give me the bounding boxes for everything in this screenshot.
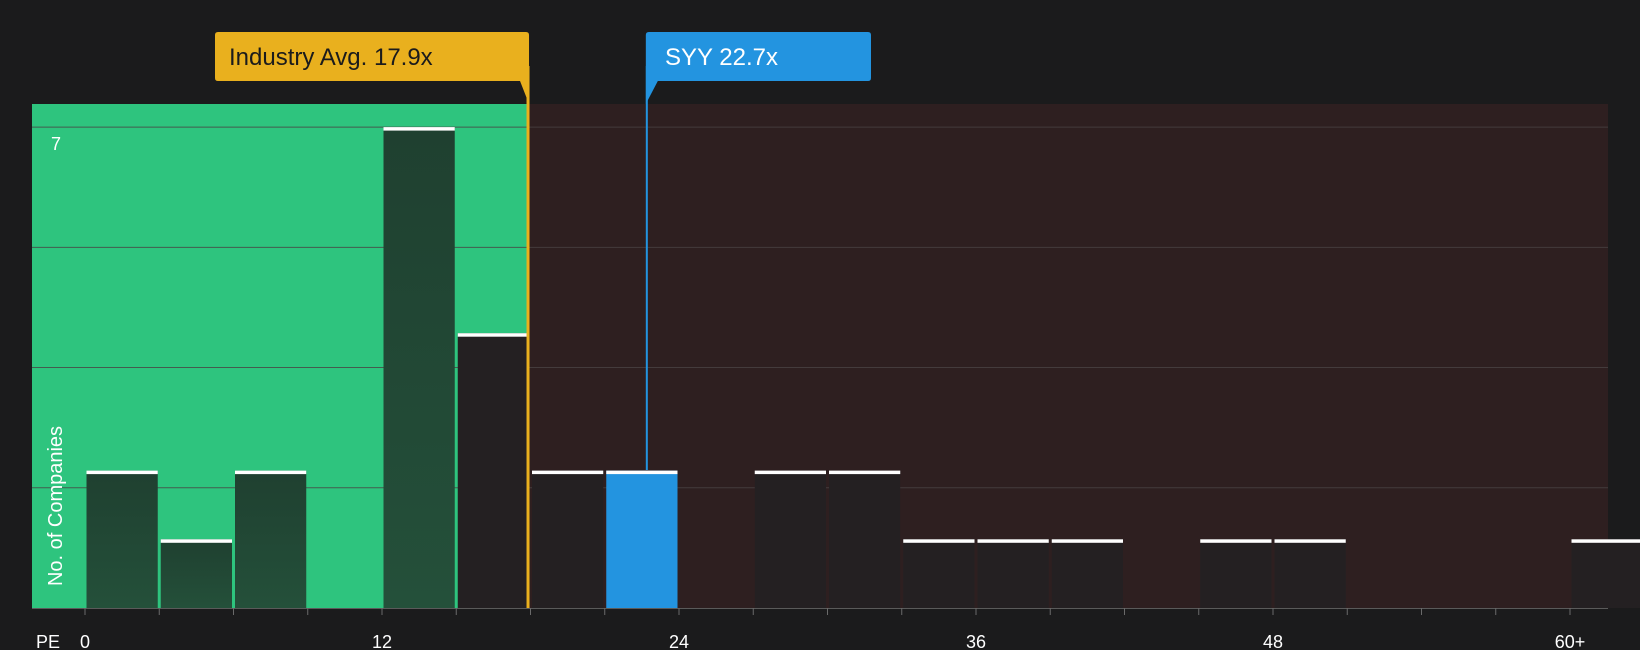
- x-tick-label: 24: [669, 632, 689, 650]
- histogram-bar-top: [1051, 539, 1123, 543]
- histogram-bar: [457, 333, 529, 608]
- y-tick-label: 7: [51, 134, 61, 154]
- histogram-bar: [1571, 539, 1640, 608]
- company-label: SYY 22.7x: [665, 44, 778, 71]
- x-tick-label: 36: [966, 632, 986, 650]
- histogram-bar-top: [606, 470, 678, 475]
- histogram-bar-top: [1200, 539, 1272, 543]
- histogram-bar: [1200, 539, 1272, 608]
- industry-avg-callout: Industry Avg. 17.9x: [215, 32, 530, 104]
- histogram-bar: [829, 470, 901, 608]
- histogram-bar: [86, 470, 158, 608]
- histogram-bar-top: [977, 539, 1049, 543]
- histogram-bar-top: [532, 470, 604, 475]
- histogram-bar-top: [383, 127, 455, 131]
- histogram-bar: [160, 539, 232, 608]
- histogram-bar: [1274, 539, 1346, 608]
- histogram-bar: [1051, 539, 1123, 608]
- histogram-bar-top: [754, 470, 826, 475]
- pe-histogram-chart: 0 12 24 36 48 60+ 7 PE No. of Companies Indust…: [32, 32, 1640, 650]
- histogram-bar: [606, 470, 678, 608]
- histogram-bar: [532, 470, 604, 608]
- y-axis-label: No. of Companies: [45, 426, 67, 586]
- x-tick-label: 0: [80, 632, 90, 650]
- histogram-bar: [903, 539, 975, 608]
- company-callout: SYY 22.7x: [645, 32, 871, 104]
- x-tick-label: 12: [372, 632, 392, 650]
- histogram-bar-top: [1274, 539, 1346, 543]
- histogram-bar: [383, 127, 455, 608]
- histogram-bar-top: [829, 470, 901, 475]
- histogram-bar-top: [86, 470, 158, 475]
- histogram-bar-top: [903, 539, 975, 543]
- histogram-bar: [235, 470, 307, 608]
- x-tick-label: 60+: [1555, 632, 1586, 650]
- histogram-bar: [754, 470, 826, 608]
- histogram-bar: [977, 539, 1049, 608]
- histogram-bar-top: [1571, 539, 1640, 543]
- industry-avg-label: Industry Avg. 17.9x: [229, 44, 433, 71]
- above-average-region: [528, 104, 1608, 608]
- histogram-bar-top: [235, 470, 307, 475]
- x-axis-label: PE: [36, 632, 60, 650]
- histogram-bar-top: [457, 333, 529, 337]
- x-tick-label: 48: [1263, 632, 1283, 650]
- histogram-bar-top: [160, 539, 232, 543]
